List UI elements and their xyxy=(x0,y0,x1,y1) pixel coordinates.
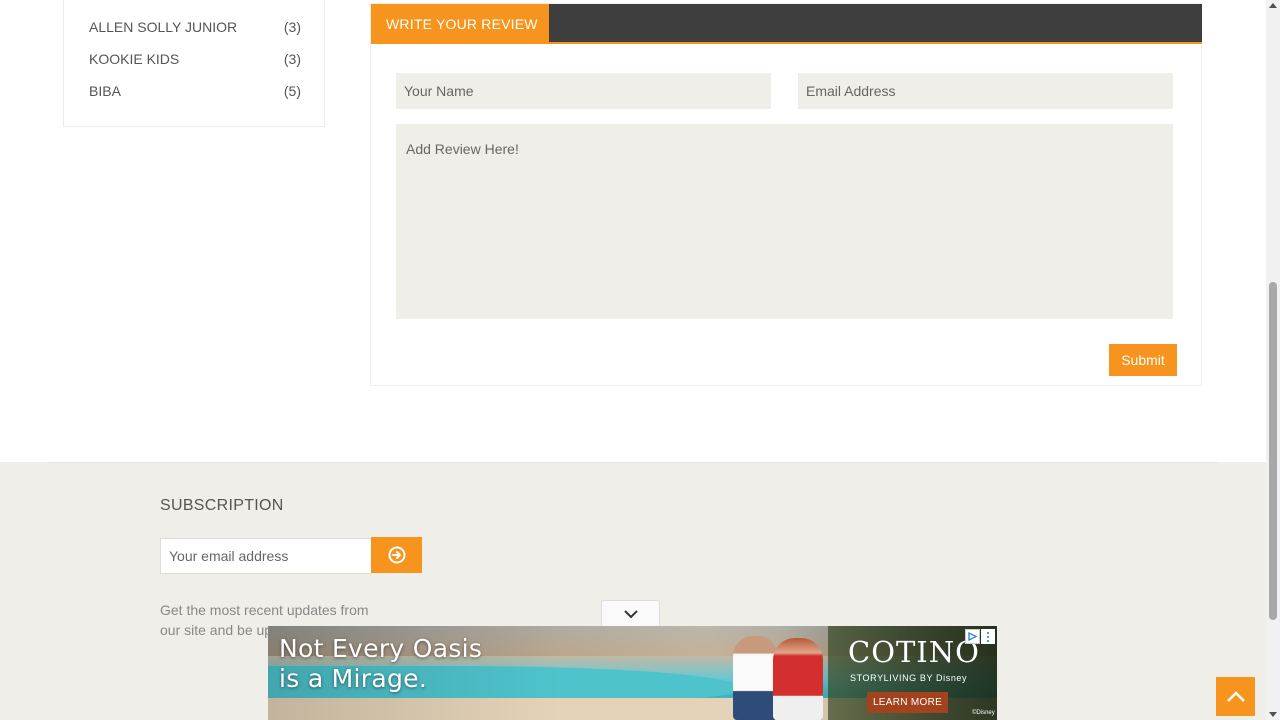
review-textarea[interactable]: Add Review Here! xyxy=(396,124,1173,319)
brand-name: ALLEN SOLLY JUNIOR xyxy=(89,19,238,35)
name-field[interactable]: Your Name xyxy=(396,73,771,109)
ad-collapse-toggle[interactable] xyxy=(601,600,660,627)
back-to-top-button[interactable] xyxy=(1216,677,1255,716)
chevron-up-icon xyxy=(1226,690,1245,702)
brand-filter-panel: ALLEN SOLLY JUNIOR (3) KOOKIE KIDS (3) B… xyxy=(63,0,325,127)
review-panel: WRITE YOUR REVIEW Your Name Email Addres… xyxy=(370,3,1202,386)
ad-menu-icon[interactable] xyxy=(981,629,995,644)
brand-count: (3) xyxy=(283,51,301,67)
chevron-down-icon xyxy=(623,610,638,619)
email-field[interactable]: Email Address xyxy=(798,73,1173,109)
ad-person xyxy=(773,638,823,720)
ad-copyright: ©Disney xyxy=(972,710,995,716)
ad-headline: Not Every Oasis is a Mirage. xyxy=(279,634,482,694)
footer-divider xyxy=(48,462,1218,463)
subscription-title: SUBSCRIPTION xyxy=(160,497,284,514)
adchoices-icon[interactable] xyxy=(965,629,980,644)
ad-brand-logo: COTINO xyxy=(848,635,980,669)
brand-item-biba[interactable]: BIBA (5) xyxy=(89,83,301,99)
page-scrollbar[interactable] xyxy=(1266,0,1280,720)
submit-button[interactable]: Submit xyxy=(1109,344,1177,376)
scrollbar-thumb[interactable] xyxy=(1269,282,1277,620)
scroll-down-arrow[interactable] xyxy=(1269,712,1277,717)
review-header-bar: WRITE YOUR REVIEW xyxy=(371,4,1202,44)
ad-person xyxy=(733,636,778,720)
ad-learn-more-button[interactable]: LEARN MORE xyxy=(867,692,948,713)
page: ALLEN SOLLY JUNIOR (3) KOOKIE KIDS (3) B… xyxy=(0,0,1280,720)
brand-item-allen-solly-junior[interactable]: ALLEN SOLLY JUNIOR (3) xyxy=(89,19,301,35)
subscription-email-input[interactable]: Your email address xyxy=(160,538,372,574)
brand-count: (3) xyxy=(283,19,301,35)
subscribe-button[interactable] xyxy=(371,537,422,573)
scroll-up-arrow[interactable] xyxy=(1269,3,1277,8)
arrow-circle-right-icon xyxy=(388,546,405,564)
brand-name: KOOKIE KIDS xyxy=(89,51,180,67)
ad-headline-line: is a Mirage. xyxy=(279,664,428,693)
tab-write-review[interactable]: WRITE YOUR REVIEW xyxy=(371,4,549,44)
ad-banner[interactable]: Not Every Oasis is a Mirage. COTINO STOR… xyxy=(268,626,997,720)
ad-brand-tagline: STORYLIVING BY Disney xyxy=(850,673,968,683)
brand-item-kookie-kids[interactable]: KOOKIE KIDS (3) xyxy=(89,51,301,67)
ad-headline-line: Not Every Oasis xyxy=(279,634,483,663)
brand-name: BIBA xyxy=(89,83,121,99)
brand-count: (5) xyxy=(283,83,301,99)
